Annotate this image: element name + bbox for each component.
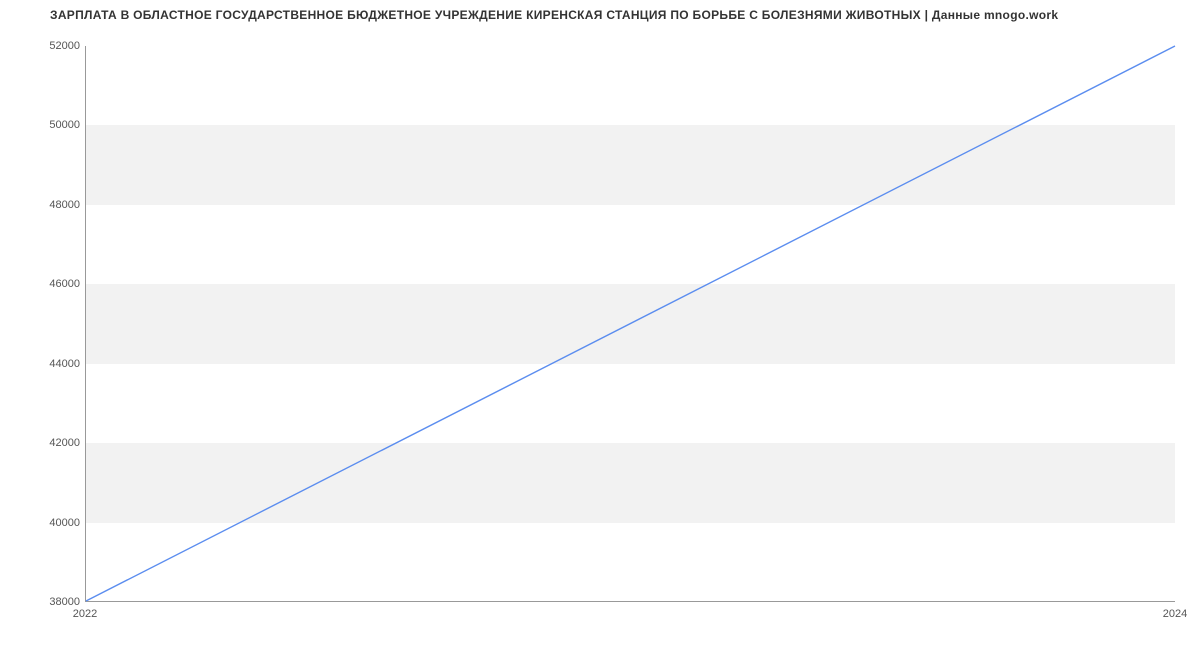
y-tick-label: 44000: [20, 358, 80, 370]
y-tick-label: 46000: [20, 278, 80, 290]
chart-title: ЗАРПЛАТА В ОБЛАСТНОЕ ГОСУДАРСТВЕННОЕ БЮД…: [50, 8, 1058, 22]
data-line: [86, 46, 1175, 601]
plot-area: [85, 46, 1175, 602]
line-layer: [86, 46, 1175, 601]
y-tick-label: 52000: [20, 40, 80, 52]
y-tick-label: 40000: [20, 517, 80, 529]
x-tick-label: 2022: [73, 608, 97, 620]
salary-line-chart: ЗАРПЛАТА В ОБЛАСТНОЕ ГОСУДАРСТВЕННОЕ БЮД…: [0, 0, 1200, 650]
x-tick-label: 2024: [1163, 608, 1187, 620]
y-tick-label: 38000: [20, 596, 80, 608]
y-tick-label: 42000: [20, 437, 80, 449]
y-tick-label: 50000: [20, 119, 80, 131]
y-tick-label: 48000: [20, 199, 80, 211]
